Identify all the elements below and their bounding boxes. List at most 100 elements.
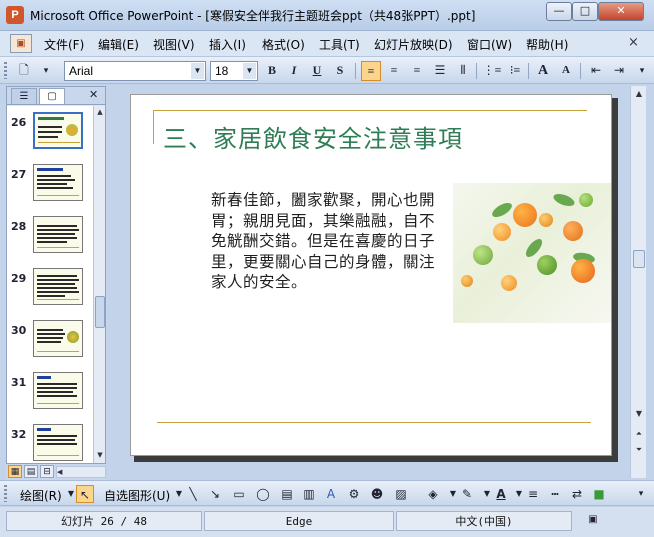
menu-window[interactable]: 窗口(W) <box>467 36 512 53</box>
textbox-icon[interactable]: ▤ <box>278 485 296 503</box>
column-icon[interactable]: ⦀ <box>453 61 473 81</box>
arrow-style-icon[interactable]: ⇄ <box>568 485 586 503</box>
diagram-icon[interactable]: ⚙ <box>345 485 363 503</box>
menu-tools[interactable]: 工具(T) <box>319 36 360 53</box>
font-size-value: 18 <box>215 64 229 78</box>
slide-body-text[interactable]: 新春佳節，闔家歡聚，開心也開胃；親朋見面，其樂融融，自不免觥酬交錯。但是在喜慶的… <box>211 190 439 293</box>
scroll-down-icon[interactable]: ▼ <box>633 408 645 420</box>
menu-help[interactable]: 帮助(H) <box>526 36 568 53</box>
thumbnail-row[interactable]: 26 <box>7 112 93 162</box>
slide-thumbnail[interactable] <box>33 320 83 357</box>
slide-thumbnail[interactable] <box>33 372 83 409</box>
line-icon[interactable]: ╲ <box>184 485 202 503</box>
slide-thumbnail[interactable] <box>33 216 83 253</box>
thumbnail-hscrollbar[interactable]: ◀ <box>56 466 106 478</box>
new-document-icon[interactable]: 🗋 <box>14 61 34 81</box>
oval-icon[interactable]: ◯ <box>254 485 272 503</box>
decrease-indent-icon[interactable]: ⇤ <box>586 61 606 81</box>
menu-file[interactable]: 文件(F) <box>44 36 84 53</box>
scroll-up-icon[interactable]: ▲ <box>95 106 105 118</box>
menu-slideshow[interactable]: 幻灯片放映(D) <box>374 36 453 53</box>
slide-number: 32 <box>11 428 27 441</box>
distribute-icon[interactable]: ☰ <box>430 61 450 81</box>
outline-tab[interactable]: ☰ <box>11 88 37 104</box>
line-color-icon[interactable]: ✎ <box>458 485 476 503</box>
dash-style-icon[interactable]: ┅ <box>546 485 564 503</box>
chevron-down-icon[interactable]: ▼ <box>243 63 256 79</box>
toolbar-options-icon[interactable]: ▾ <box>36 61 56 81</box>
toolbar-grip[interactable] <box>4 62 7 79</box>
font-color-icon[interactable]: A <box>492 485 510 503</box>
gold-rule-bracket <box>153 110 154 144</box>
underline-button[interactable]: U <box>307 61 327 81</box>
increase-indent-icon[interactable]: ⇥ <box>609 61 629 81</box>
fill-color-icon[interactable]: ◈ <box>424 485 442 503</box>
bold-button[interactable]: B <box>262 61 282 81</box>
line-style-icon[interactable]: ≡ <box>524 485 542 503</box>
slide-title[interactable]: 三、家居飲食安全注意事項 <box>163 119 463 154</box>
autoshapes-menu-button[interactable]: 自选图形(U) <box>104 487 170 504</box>
menu-insert[interactable]: 插入(I) <box>209 36 246 53</box>
document-icon[interactable]: ▣ <box>10 34 32 53</box>
font-size-field[interactable]: 18 ▼ <box>210 61 258 81</box>
menu-format[interactable]: 格式(O) <box>262 36 305 53</box>
rectangle-icon[interactable]: ▭ <box>230 485 248 503</box>
title-bar: P Microsoft Office PowerPoint - [寒假安全伴我行… <box>0 0 654 31</box>
scrollbar-thumb[interactable] <box>95 296 105 328</box>
next-slide-icon[interactable]: ⏷ <box>633 444 645 456</box>
thumbnail-row[interactable]: 31 <box>7 372 93 422</box>
vertical-textbox-icon[interactable]: ▥ <box>300 485 318 503</box>
thumbnail-row[interactable]: 32 <box>7 424 93 463</box>
normal-view-icon[interactable]: ▦ <box>8 465 22 478</box>
scroll-up-icon[interactable]: ▲ <box>633 88 645 100</box>
document-close-icon[interactable]: × <box>628 35 639 50</box>
draw-menu-button[interactable]: 绘图(R) <box>20 487 62 504</box>
shadow-style-icon[interactable]: ■ <box>590 485 608 503</box>
clipart-icon[interactable]: ☻ <box>368 485 386 503</box>
toolbar-overflow-icon[interactable]: ▾ <box>632 485 650 503</box>
minimize-button[interactable]: — <box>546 2 572 21</box>
scroll-down-icon[interactable]: ▼ <box>95 449 105 461</box>
align-left-icon[interactable]: ≡ <box>361 61 381 81</box>
bullets-icon[interactable]: ⁝≡ <box>505 61 525 81</box>
toolbar-overflow-icon[interactable]: ▾ <box>632 61 652 81</box>
slide-thumbnail[interactable] <box>33 164 83 201</box>
slide-sorter-icon[interactable]: ▤ <box>24 465 38 478</box>
fruit-image[interactable] <box>453 183 611 323</box>
slide-canvas[interactable]: 三、家居飲食安全注意事項 新春佳節，闔家歡聚，開心也開胃；親朋見面，其樂融融，自… <box>130 94 612 456</box>
toolbar-grip[interactable] <box>4 485 7 502</box>
thumbnail-row[interactable]: 30 <box>7 320 93 370</box>
numbering-icon[interactable]: ⋮≡ <box>482 61 502 81</box>
align-center-icon[interactable]: ≡ <box>384 61 404 81</box>
close-icon[interactable]: ✕ <box>89 88 98 101</box>
italic-button[interactable]: I <box>284 61 304 81</box>
thumbnail-scrollbar[interactable]: ▲ ▼ <box>93 106 105 463</box>
thumbnail-row[interactable]: 27 <box>7 164 93 214</box>
select-pointer-icon[interactable]: ↖ <box>76 485 94 503</box>
font-name-field[interactable]: Arial ▼ <box>64 61 206 81</box>
slide-thumbnail[interactable] <box>33 268 83 305</box>
shrink-font-button[interactable]: A <box>556 61 576 81</box>
thumbnail-row[interactable]: 29 <box>7 268 93 318</box>
slide-scrollbar[interactable]: ▲ ▼ ⏶ ⏷ <box>630 86 646 478</box>
picture-icon[interactable]: ▨ <box>392 485 410 503</box>
scroll-left-icon[interactable]: ◀ <box>57 468 62 476</box>
previous-slide-icon[interactable]: ⏶ <box>633 428 645 440</box>
wordart-icon[interactable]: A <box>322 485 340 503</box>
align-right-icon[interactable]: ≡ <box>407 61 427 81</box>
slideshow-view-icon[interactable]: ⊟ <box>40 465 54 478</box>
slide-thumbnail[interactable] <box>33 424 83 461</box>
maximize-button[interactable]: □ <box>572 2 598 21</box>
scrollbar-thumb[interactable] <box>633 250 645 268</box>
menu-view[interactable]: 视图(V) <box>153 36 195 53</box>
close-button[interactable]: ✕ <box>598 2 644 21</box>
spelling-check-icon[interactable]: ▣ <box>584 512 602 528</box>
slides-tab[interactable]: ▢ <box>39 88 65 104</box>
thumbnail-row[interactable]: 28 <box>7 216 93 266</box>
menu-edit[interactable]: 编辑(E) <box>98 36 139 53</box>
shadow-button[interactable]: S <box>330 61 350 81</box>
arrow-icon[interactable]: ↘ <box>206 485 224 503</box>
grow-font-button[interactable]: A <box>533 61 553 81</box>
chevron-down-icon[interactable]: ▼ <box>191 63 204 79</box>
slide-thumbnail[interactable] <box>33 112 83 149</box>
